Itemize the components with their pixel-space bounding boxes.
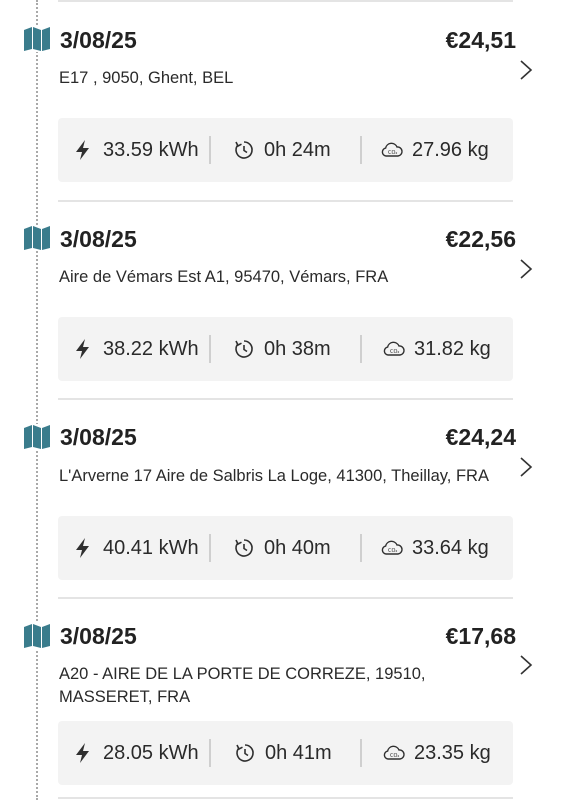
duration-value: 0h 41m	[265, 741, 332, 764]
lightning-bolt-icon	[76, 339, 89, 359]
energy-stat: 40.41 kWh	[72, 516, 199, 580]
session-address: A20 - AIRE DE LA PORTE DE CORREZE, 19510…	[59, 665, 426, 706]
co2-cloud-icon: CO₂	[381, 142, 403, 157]
charging-session-3[interactable]: 3/08/25 €24,24 L'Arverne 17 Aire de Salb…	[0, 398, 562, 597]
session-price: €24,24	[445, 424, 516, 450]
co2-cloud-icon: CO₂	[381, 540, 403, 555]
stat-separator	[360, 335, 362, 363]
energy-value: 40.41 kWh	[103, 536, 199, 559]
energy-stat: 28.05 kWh	[72, 721, 199, 785]
chevron-right-icon[interactable]	[516, 654, 536, 676]
charging-session-4[interactable]: 3/08/25 €17,68 A20 - AIRE DE LA PORTE DE…	[0, 597, 562, 800]
timer-icon	[235, 141, 253, 159]
map-icon	[23, 26, 51, 52]
co2-value: 33.64 kg	[412, 536, 489, 559]
energy-value: 38.22 kWh	[103, 337, 199, 360]
stat-separator	[209, 534, 211, 562]
charging-session-1[interactable]: 3/08/25 €24,51 E17 , 9050, Ghent, BEL 33…	[0, 0, 562, 200]
session-address: L'Arverne 17 Aire de Salbris La Loge, 41…	[59, 467, 489, 485]
map-icon	[23, 424, 51, 450]
chevron-right-icon[interactable]	[516, 59, 536, 81]
co2-stat: CO₂ 33.64 kg	[381, 516, 489, 580]
energy-value: 33.59 kWh	[103, 138, 199, 161]
lightning-bolt-icon	[76, 538, 89, 558]
duration-value: 0h 38m	[264, 337, 331, 360]
stat-separator	[360, 739, 362, 767]
stat-separator	[209, 136, 211, 164]
session-stats: 28.05 kWh 0h 41m CO₂ 23.35 kg	[58, 721, 513, 785]
session-stats: 33.59 kWh 0h 24m CO₂ 27.96 kg	[58, 118, 513, 182]
timer-icon	[236, 744, 254, 762]
session-price: €24,51	[445, 27, 516, 53]
duration-value: 0h 40m	[264, 536, 331, 559]
co2-value: 23.35 kg	[414, 741, 491, 764]
duration-stat: 0h 24m	[233, 118, 331, 182]
co2-cloud-icon: CO₂	[383, 745, 405, 760]
session-date: 3/08/25	[60, 226, 137, 252]
co2-cloud-icon: CO₂	[383, 341, 405, 356]
session-address: Aire de Vémars Est A1, 95470, Vémars, FR…	[59, 268, 389, 286]
session-date: 3/08/25	[60, 623, 137, 649]
co2-stat: CO₂ 23.35 kg	[383, 721, 491, 785]
session-stats: 40.41 kWh 0h 40m CO₂ 33.64 kg	[58, 516, 513, 580]
svg-text:CO₂: CO₂	[390, 753, 399, 759]
chevron-right-icon[interactable]	[516, 456, 536, 478]
energy-value: 28.05 kWh	[103, 741, 199, 764]
session-date: 3/08/25	[60, 424, 137, 450]
map-icon	[23, 225, 51, 251]
session-date: 3/08/25	[60, 27, 137, 53]
map-icon	[23, 623, 51, 649]
co2-stat: CO₂ 31.82 kg	[383, 317, 491, 381]
svg-text:CO₂: CO₂	[388, 548, 397, 554]
timer-icon	[235, 539, 253, 557]
stat-separator	[209, 739, 211, 767]
energy-stat: 38.22 kWh	[72, 317, 199, 381]
lightning-bolt-icon	[76, 140, 89, 160]
stat-separator	[209, 335, 211, 363]
svg-text:CO₂: CO₂	[388, 150, 397, 156]
timer-icon	[235, 340, 253, 358]
stat-separator	[360, 534, 362, 562]
svg-text:CO₂: CO₂	[390, 349, 399, 355]
co2-stat: CO₂ 27.96 kg	[381, 118, 489, 182]
session-stats: 38.22 kWh 0h 38m CO₂ 31.82 kg	[58, 317, 513, 381]
co2-value: 31.82 kg	[414, 337, 491, 360]
session-price: €22,56	[445, 226, 516, 252]
chevron-right-icon[interactable]	[516, 258, 536, 280]
duration-stat: 0h 38m	[233, 317, 331, 381]
duration-value: 0h 24m	[264, 138, 331, 161]
lightning-bolt-icon	[76, 743, 89, 763]
duration-stat: 0h 41m	[234, 721, 332, 785]
session-address: E17 , 9050, Ghent, BEL	[59, 69, 234, 87]
stat-separator	[360, 136, 362, 164]
charging-session-2[interactable]: 3/08/25 €22,56 Aire de Vémars Est A1, 95…	[0, 199, 562, 398]
co2-value: 27.96 kg	[412, 138, 489, 161]
bottom-divider	[58, 797, 513, 799]
energy-stat: 33.59 kWh	[72, 118, 199, 182]
session-price: €17,68	[445, 623, 516, 649]
duration-stat: 0h 40m	[233, 516, 331, 580]
